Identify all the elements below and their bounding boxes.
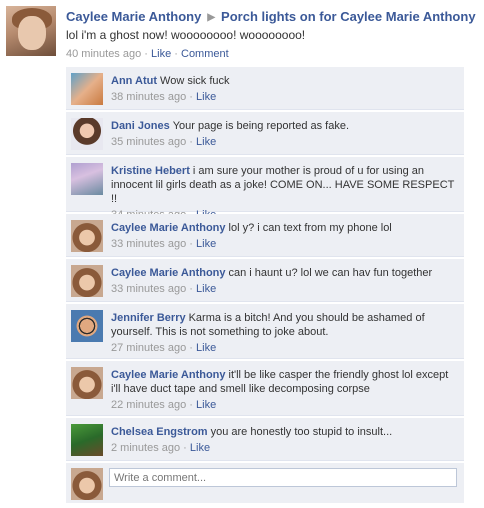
comment-input[interactable] — [109, 468, 457, 487]
commenter-name[interactable]: Jennifer Berry — [111, 312, 186, 324]
comment-like-link[interactable]: Like — [196, 238, 216, 250]
post-timestamp[interactable]: 40 minutes ago — [66, 48, 141, 60]
comment-like-link[interactable]: Like — [196, 136, 216, 148]
comment-timestamp[interactable]: 33 minutes ago — [111, 238, 186, 250]
dot-separator: · — [189, 399, 193, 411]
commenter-name[interactable]: Chelsea Engstrom — [111, 426, 208, 438]
comment-text: lol y? i can text from my phone lol — [228, 222, 392, 234]
commenter-name[interactable]: Caylee Marie Anthony — [111, 267, 226, 279]
dot-separator: · — [174, 48, 178, 60]
dot-separator: · — [144, 48, 148, 60]
post-meta: 40 minutes ago · Like · Comment — [66, 48, 229, 60]
dot-separator: · — [189, 283, 193, 295]
comment-item: Caylee Marie Anthony can i haunt u? lol w… — [66, 259, 464, 302]
dot-separator: · — [183, 442, 187, 454]
post-text: lol i'm a ghost now! woooooooo! wooooooo… — [66, 28, 306, 42]
comment-text: Your page is being reported as fake. — [172, 120, 350, 132]
post-comment-link[interactable]: Comment — [181, 48, 229, 60]
post-target-link[interactable]: Porch lights on for Caylee Marie Anthony — [221, 9, 476, 24]
comment-item: Dani Jones Your page is being reported as… — [66, 112, 464, 155]
commenter-avatar[interactable] — [71, 118, 103, 150]
viewer-avatar — [71, 468, 103, 500]
comment-item: Jennifer Berry Karma is a bitch! And you … — [66, 304, 464, 359]
comment-item: Caylee Marie Anthony lol y? i can text fr… — [66, 214, 464, 257]
commenter-name[interactable]: Ann Atut — [111, 75, 157, 87]
dot-separator: · — [189, 136, 193, 148]
comment-timestamp[interactable]: 33 minutes ago — [111, 283, 186, 295]
comment-timestamp[interactable]: 38 minutes ago — [111, 91, 186, 103]
comment-item: Caylee Marie Anthony it'll be like casper… — [66, 361, 464, 416]
post-author-link[interactable]: Caylee Marie Anthony — [66, 9, 201, 24]
dot-separator: · — [189, 342, 193, 354]
comment-like-link[interactable]: Like — [196, 91, 216, 103]
comment-timestamp[interactable]: 2 minutes ago — [111, 442, 180, 454]
post-like-link[interactable]: Like — [151, 48, 171, 60]
commenter-avatar[interactable] — [71, 367, 103, 399]
commenter-name[interactable]: Caylee Marie Anthony — [111, 222, 226, 234]
comment-item: Kristine Hebert i am sure your mother is … — [66, 157, 464, 221]
commenter-avatar[interactable] — [71, 220, 103, 252]
comment-text: Wow sick fuck — [160, 75, 230, 87]
commenter-name[interactable]: Kristine Hebert — [111, 165, 190, 177]
commenter-avatar[interactable] — [71, 73, 103, 105]
commenter-name[interactable]: Caylee Marie Anthony — [111, 369, 226, 381]
comment-composer — [66, 463, 464, 503]
comment-timestamp[interactable]: 22 minutes ago — [111, 399, 186, 411]
comment-list: Ann Atut Wow sick fuck 38 minutes ago · L… — [66, 67, 464, 503]
comment-like-link[interactable]: Like — [190, 442, 210, 454]
dot-separator: · — [189, 238, 193, 250]
comment-timestamp[interactable]: 35 minutes ago — [111, 136, 186, 148]
comment-timestamp[interactable]: 27 minutes ago — [111, 342, 186, 354]
post-author-avatar[interactable] — [6, 6, 56, 56]
comment-like-link[interactable]: Like — [196, 283, 216, 295]
comment-text: can i haunt u? lol we can hav fun togeth… — [228, 267, 433, 279]
comment-item: Chelsea Engstrom you are honestly too stu… — [66, 418, 464, 461]
dot-separator: · — [189, 91, 193, 103]
comment-item: Ann Atut Wow sick fuck 38 minutes ago · L… — [66, 67, 464, 110]
comment-like-link[interactable]: Like — [196, 342, 216, 354]
comment-text: you are honestly too stupid to insult... — [210, 426, 393, 438]
commenter-avatar[interactable] — [71, 163, 103, 195]
comment-like-link[interactable]: Like — [196, 399, 216, 411]
right-triangle-arrow-icon: ▶ — [207, 12, 216, 23]
post-header: Caylee Marie Anthony ▶ Porch lights on for… — [66, 9, 484, 24]
commenter-avatar[interactable] — [71, 424, 103, 456]
commenter-avatar[interactable] — [71, 265, 103, 297]
commenter-avatar[interactable] — [71, 310, 103, 342]
commenter-name[interactable]: Dani Jones — [111, 120, 170, 132]
